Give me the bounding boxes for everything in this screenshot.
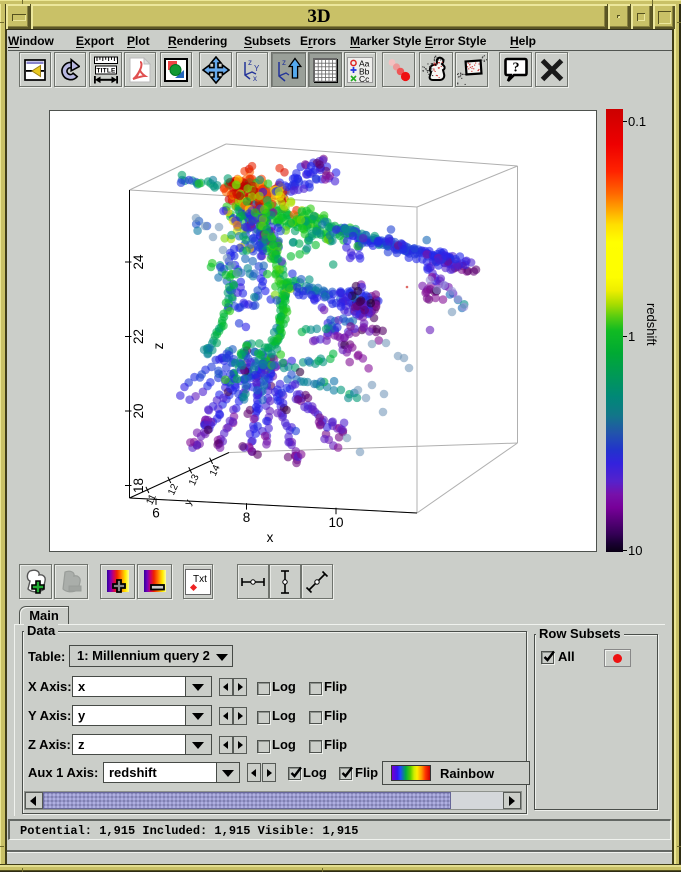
svg-text:12: 12 <box>166 482 181 497</box>
svg-text:10: 10 <box>328 515 343 530</box>
svg-text:z: z <box>282 58 286 67</box>
svg-text:22: 22 <box>131 329 146 344</box>
svg-text:20: 20 <box>131 403 146 418</box>
svg-text:24: 24 <box>131 254 146 270</box>
svg-text:z: z <box>248 58 252 67</box>
svg-text:13: 13 <box>187 472 202 487</box>
svg-text:?: ? <box>512 60 519 75</box>
svg-text:Cc: Cc <box>359 74 370 83</box>
svg-text:x: x <box>253 74 257 83</box>
svg-text:Txt: Txt <box>193 574 207 585</box>
svg-text:Y: Y <box>254 64 260 73</box>
svg-text:y: y <box>183 498 195 507</box>
svg-text:TITLE: TITLE <box>96 67 116 74</box>
svg-text:8: 8 <box>243 510 251 525</box>
svg-text:z: z <box>151 342 166 349</box>
svg-text:x: x <box>267 530 274 545</box>
svg-text:6: 6 <box>152 505 160 520</box>
svg-text:18: 18 <box>131 478 146 493</box>
svg-text:14: 14 <box>208 463 223 478</box>
